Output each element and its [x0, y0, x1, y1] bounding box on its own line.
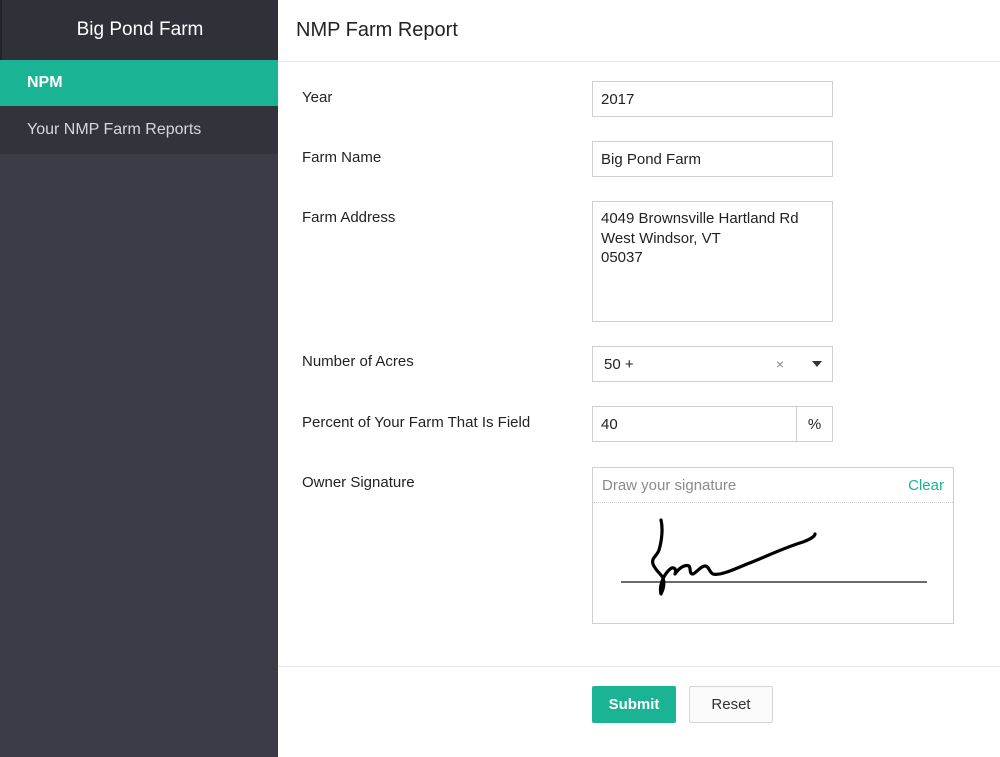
farm-address-label: Farm Address — [302, 209, 396, 226]
top-bar: NMP Farm Report — [278, 0, 1000, 62]
signature-pad[interactable]: Draw your signature Clear — [592, 467, 954, 624]
percent-addon: % — [796, 407, 832, 441]
acres-selected-value: 50 + — [604, 355, 634, 373]
clear-signature-link[interactable]: Clear — [908, 477, 944, 494]
farm-address-textarea[interactable]: 4049 Brownsville Hartland Rd West Windso… — [592, 201, 833, 322]
sidebar-item-label: NPM — [27, 74, 63, 91]
signature-pad-header: Draw your signature Clear — [593, 468, 953, 503]
main-content: NMP Farm Report Year 2017 Farm Name Big … — [278, 0, 1000, 757]
sidebar-item-reports[interactable]: Your NMP Farm Reports — [0, 106, 278, 154]
submit-button[interactable]: Submit — [592, 686, 676, 723]
sidebar-item-npm[interactable]: NPM — [0, 60, 278, 106]
clear-selection-icon[interactable]: × — [776, 356, 784, 372]
page-title: NMP Farm Report — [296, 19, 458, 41]
signature-canvas[interactable] — [593, 504, 953, 623]
address-line: 05037 — [601, 249, 643, 266]
sidebar-item-label: Your NMP Farm Reports — [27, 121, 202, 138]
signature-stroke — [651, 518, 817, 596]
reset-button[interactable]: Reset — [689, 686, 773, 723]
acres-select[interactable]: 50 + × — [592, 346, 833, 382]
signature-label: Owner Signature — [302, 474, 415, 491]
percent-field-group: 40 % — [592, 406, 833, 442]
farm-name-value: Big Pond Farm — [601, 150, 702, 168]
sidebar-brand: Big Pond Farm — [0, 0, 278, 60]
footer-divider — [278, 666, 1000, 667]
percent-field-input[interactable]: 40 — [593, 407, 796, 441]
signature-placeholder: Draw your signature — [602, 476, 737, 494]
sidebar: Big Pond Farm NPM Your NMP Farm Reports — [0, 0, 278, 757]
address-line: West Windsor, VT — [601, 229, 721, 247]
farm-name-label: Farm Name — [302, 149, 382, 166]
chevron-down-icon[interactable] — [812, 361, 822, 367]
farm-name-input[interactable]: Big Pond Farm — [592, 141, 833, 177]
acres-label: Number of Acres — [302, 353, 414, 370]
year-input[interactable]: 2017 — [592, 81, 833, 117]
percent-field-label: Percent of Your Farm That Is Field — [302, 414, 531, 431]
address-line: 4049 Brownsville Hartland Rd — [601, 210, 799, 227]
year-label: Year — [302, 89, 333, 106]
percent-field-value: 40 — [601, 415, 618, 433]
year-value: 2017 — [601, 90, 635, 108]
